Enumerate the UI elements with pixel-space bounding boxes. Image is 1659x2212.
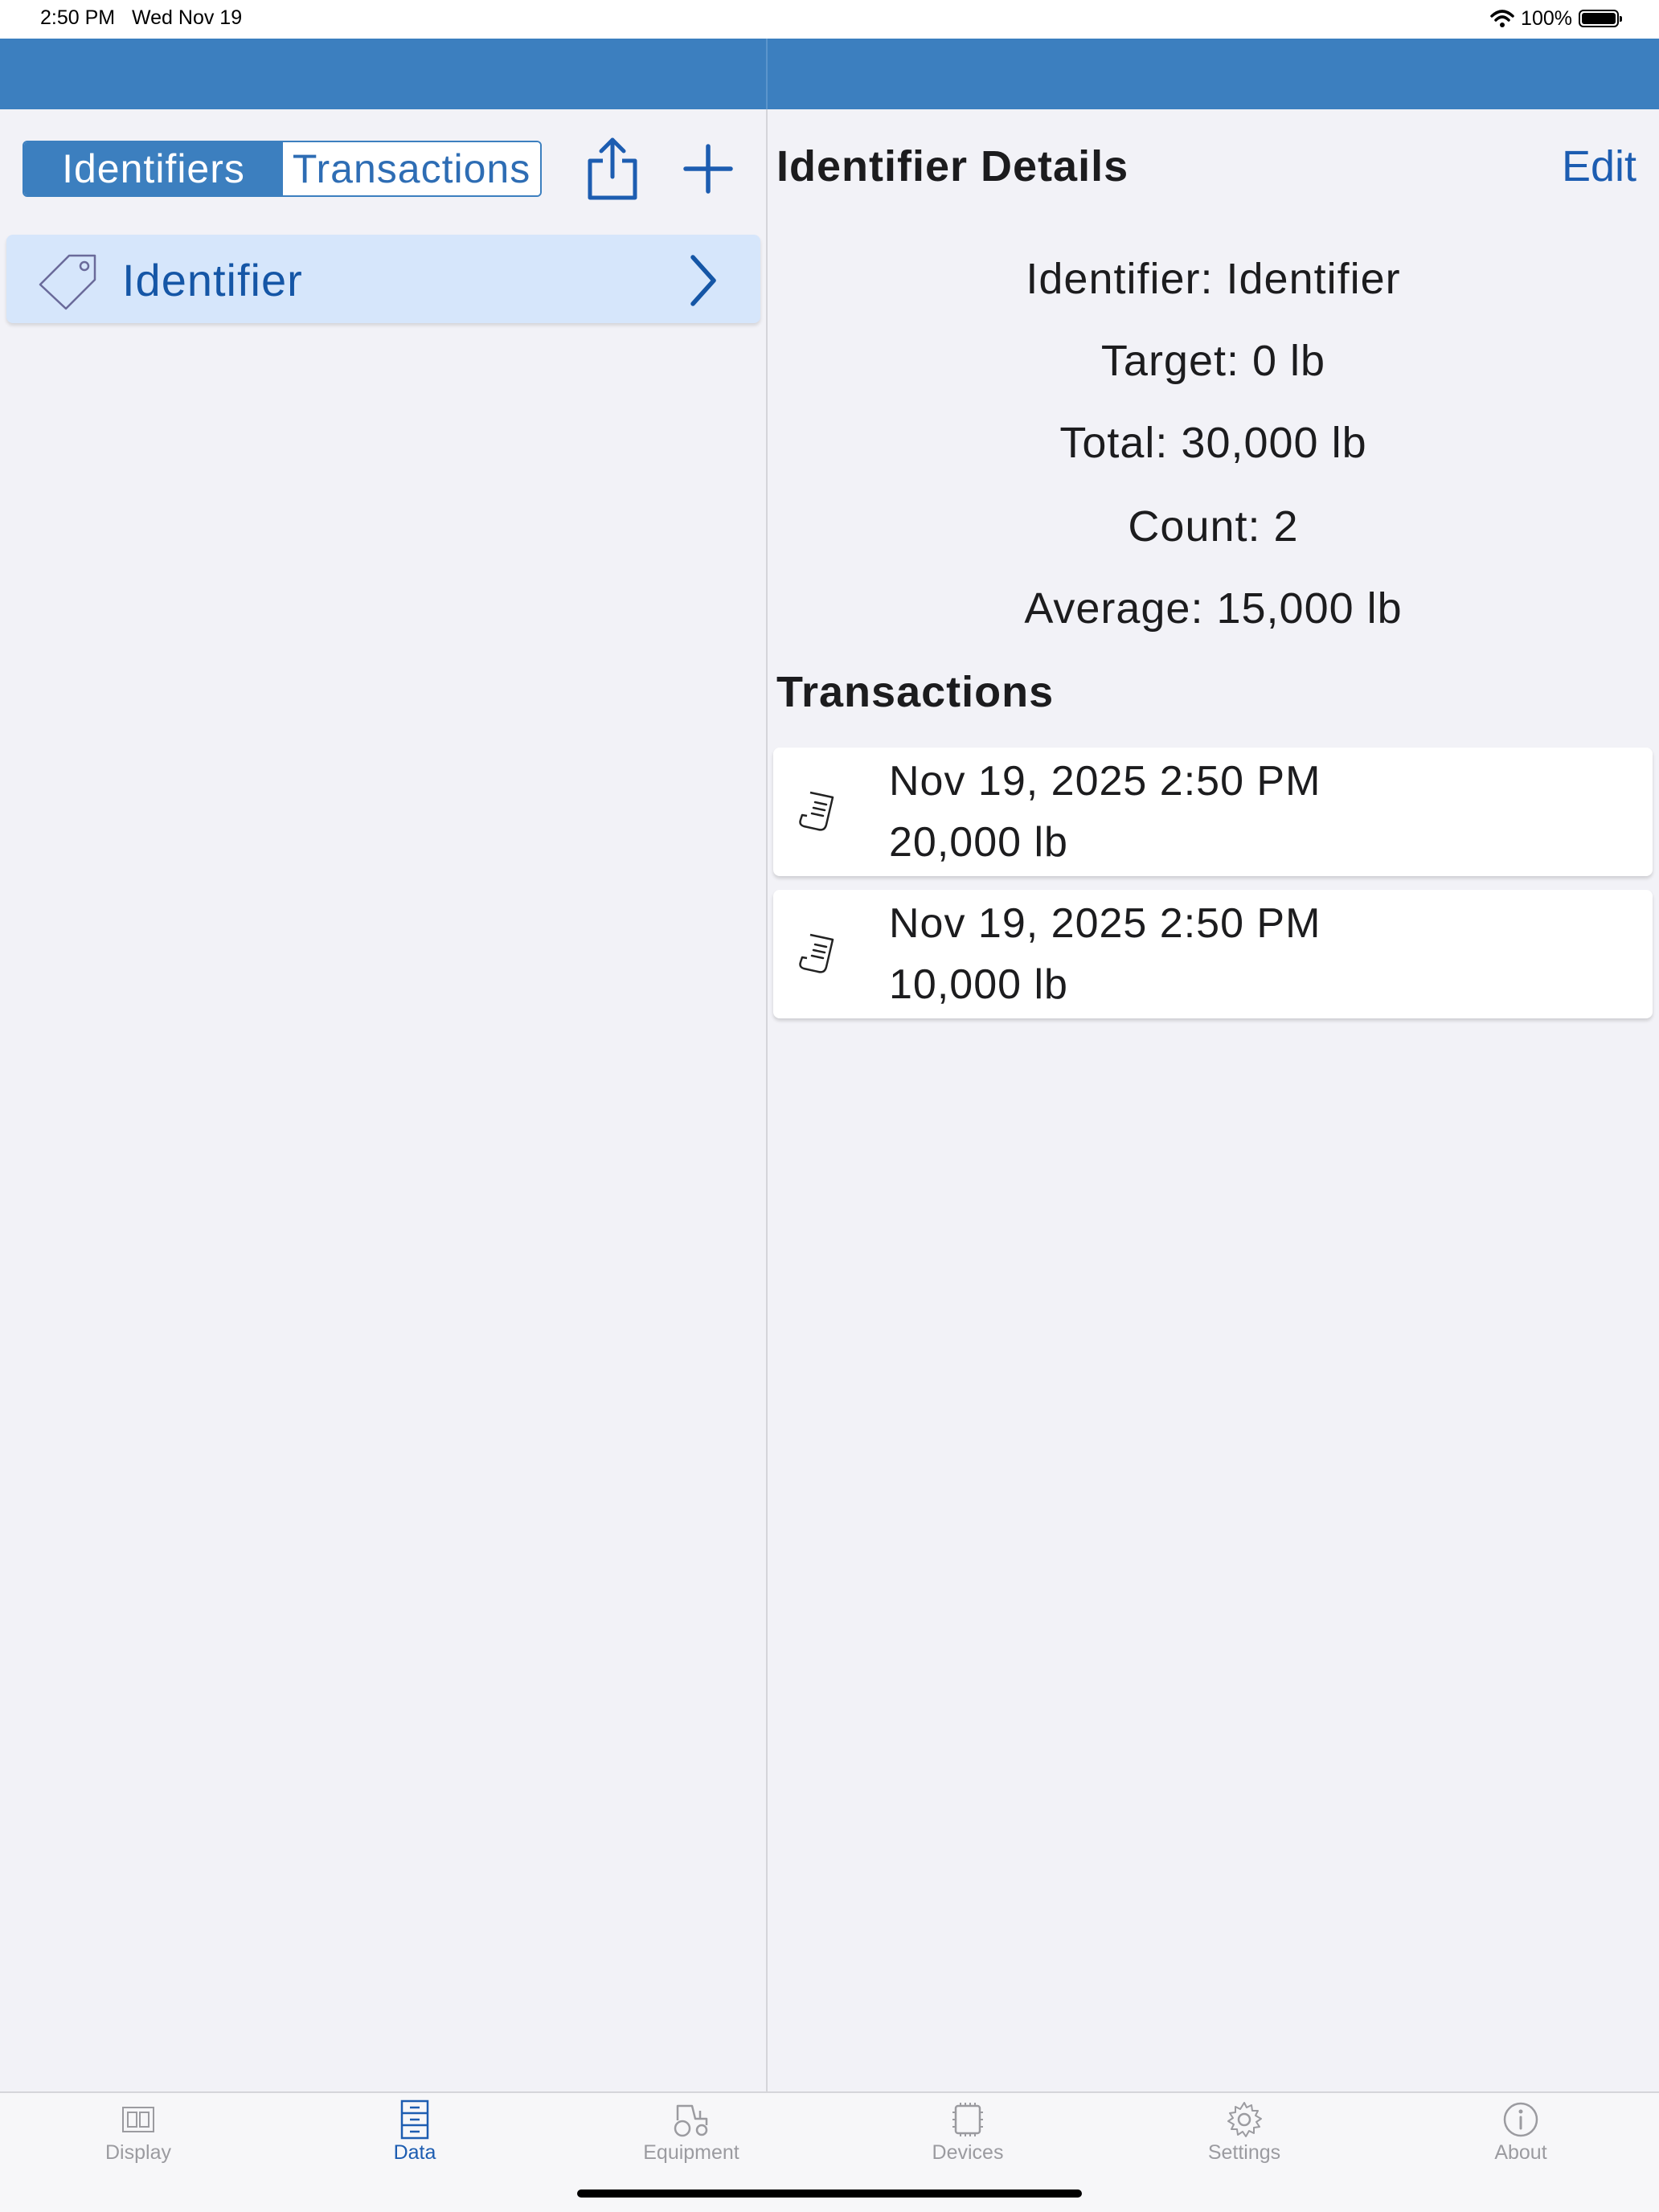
- chevron-right-icon: [690, 255, 716, 306]
- tab-label: Settings: [1207, 2141, 1281, 2164]
- tab-label: Equipment: [643, 2141, 739, 2164]
- wifi-icon: [1490, 10, 1514, 27]
- identifier-row-label: Identifier: [122, 255, 303, 305]
- segment-transactions[interactable]: Transactions: [283, 142, 540, 195]
- transaction-amount: 20,000 lb: [889, 819, 1068, 866]
- tab-label: Data: [393, 2141, 436, 2164]
- view-segmented-control[interactable]: Identifiers Transactions: [23, 141, 542, 197]
- transaction-amount: 10,000 lb: [889, 961, 1068, 1008]
- tab-data[interactable]: Data: [276, 2093, 553, 2181]
- receipt-icon: [799, 933, 834, 973]
- tractor-icon: [674, 2104, 708, 2137]
- navigation-bar: [0, 39, 1659, 109]
- transaction-row[interactable]: Nov 19, 2025 2:50 PM 20,000 lb: [773, 748, 1653, 876]
- display-icon: [122, 2107, 154, 2132]
- identifier-row[interactable]: Identifier: [6, 235, 760, 323]
- count-value: Count: 2: [1128, 502, 1299, 551]
- status-time: 2:50 PM: [40, 6, 116, 29]
- transaction-date: Nov 19, 2025 2:50 PM: [889, 900, 1321, 947]
- segment-identifiers[interactable]: Identifiers: [24, 142, 283, 195]
- tab-about[interactable]: About: [1382, 2093, 1659, 2181]
- transaction-row[interactable]: Nov 19, 2025 2:50 PM 10,000 lb: [773, 890, 1653, 1018]
- navbar-divider: [766, 39, 768, 109]
- tab-equipment[interactable]: Equipment: [553, 2093, 830, 2181]
- detail-title: Identifier Details: [776, 142, 1129, 190]
- data-icon: [400, 2099, 429, 2140]
- status-bar: 2:50 PM Wed Nov 19 100%: [0, 0, 1659, 39]
- gear-icon: [1227, 2102, 1262, 2137]
- tab-label: Display: [105, 2141, 171, 2164]
- total-value: Total: 30,000 lb: [1059, 419, 1367, 467]
- edit-button[interactable]: Edit: [1562, 141, 1636, 191]
- battery-icon: [1579, 10, 1622, 27]
- status-date: Wed Nov 19: [132, 6, 243, 29]
- chip-icon: [952, 2103, 983, 2136]
- status-indicators: 100%: [1490, 5, 1622, 32]
- identifier-value: Identifier: Identifier: [1026, 255, 1401, 303]
- tab-label: Devices: [932, 2141, 1004, 2164]
- battery-percent: 100%: [1521, 6, 1572, 30]
- share-icon[interactable]: [582, 135, 643, 203]
- transaction-date: Nov 19, 2025 2:50 PM: [889, 758, 1321, 805]
- info-icon: [1503, 2102, 1538, 2137]
- receipt-icon: [799, 791, 834, 831]
- average-value: Average: 15,000 lb: [1024, 584, 1403, 633]
- add-icon[interactable]: [680, 138, 736, 199]
- split-view-divider: [766, 109, 768, 2091]
- tab-settings[interactable]: Settings: [1106, 2093, 1382, 2181]
- transactions-heading: Transactions: [776, 668, 1055, 716]
- target-value: Target: 0 lb: [1100, 337, 1326, 385]
- tag-icon: [39, 254, 96, 310]
- tab-display[interactable]: Display: [0, 2093, 276, 2181]
- tab-devices[interactable]: Devices: [830, 2093, 1106, 2181]
- tab-label: About: [1494, 2141, 1547, 2164]
- home-indicator: [577, 2189, 1082, 2198]
